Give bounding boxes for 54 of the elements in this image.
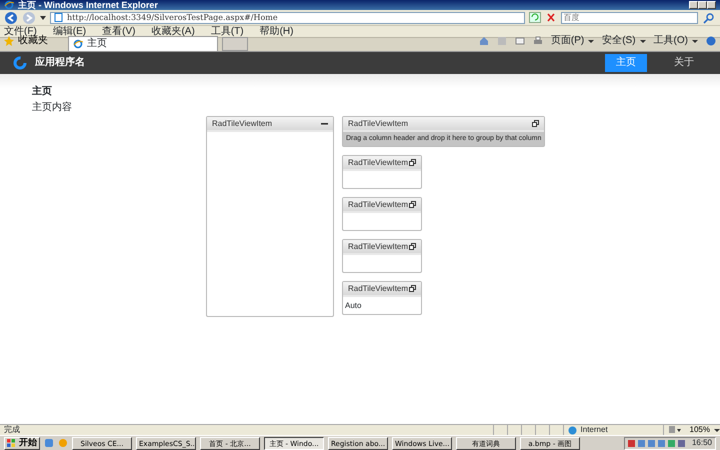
browser-tab[interactable]: 主页 — [68, 36, 218, 51]
restore-icon[interactable] — [532, 120, 540, 127]
address-field[interactable]: http://localhost:3349/SilverosTestPage.aspx#/Home — [50, 12, 525, 24]
page-text: 主页内容 — [32, 102, 73, 114]
tile-title: RadTileViewItem — [212, 118, 272, 130]
tile-title: RadTileViewItem — [348, 157, 408, 170]
menu-item[interactable]: 编辑(E) — [52, 26, 86, 37]
tile-content: Auto — [344, 300, 362, 312]
clock-text: 16:50 — [692, 438, 712, 448]
window-title: 主页 - Windows Internet Explorer — [18, 0, 158, 10]
menu-item[interactable]: 查看(V) — [102, 26, 136, 37]
restore-icon[interactable] — [409, 285, 416, 292]
app-name: 应用程序名 — [35, 57, 85, 69]
dropdown-icon[interactable] — [40, 14, 46, 20]
back-icon[interactable] — [4, 10, 18, 24]
restore-icon[interactable] — [409, 243, 416, 250]
tray-icons-drawing — [628, 438, 688, 448]
tile-title: RadTileViewItem — [348, 283, 408, 296]
caret-icon[interactable] — [640, 40, 646, 42]
address-text: http://localhost:3349/SilverosTestPage.aspx#/Home — [67, 12, 278, 22]
caret-icon[interactable] — [588, 40, 594, 42]
command-menu[interactable]: 安全(S) — [602, 35, 636, 47]
close-button[interactable] — [707, 1, 716, 9]
maximize-button[interactable] — [698, 1, 707, 9]
zone-text: Internet — [580, 425, 608, 435]
minimize-button[interactable] — [689, 1, 698, 9]
app-logo-icon — [13, 56, 27, 70]
star-icon — [4, 36, 14, 46]
stop-icon[interactable] — [544, 12, 557, 23]
minimize-icon[interactable] — [321, 120, 328, 127]
page-icon — [54, 13, 63, 22]
windows-logo-icon — [7, 439, 15, 447]
restore-icon[interactable] — [409, 201, 416, 208]
menu-item[interactable]: 帮助(H) — [260, 26, 294, 37]
restore-icon[interactable] — [409, 159, 416, 166]
refresh-icon[interactable] — [528, 12, 541, 23]
command-menu[interactable]: 工具(O) — [654, 35, 688, 47]
menu-item[interactable]: 收藏夹(A) — [151, 26, 195, 37]
start-button[interactable]: 开始 — [4, 436, 40, 450]
tile-title: RadTileViewItem — [348, 241, 408, 254]
zoom-button[interactable]: 105% — [686, 425, 714, 435]
page-heading: 主页 — [32, 86, 53, 98]
search-field[interactable]: 百度 — [560, 12, 698, 24]
print-icon[interactable] — [532, 36, 543, 46]
caret-icon[interactable] — [692, 40, 698, 42]
menu-item[interactable]: 工具(T) — [210, 26, 244, 37]
nav-link[interactable]: 关于 — [663, 54, 705, 72]
tile-title: RadTileViewItem — [348, 118, 408, 130]
command-menu[interactable]: 页面(P) — [550, 35, 584, 47]
status-text: 完成 — [3, 425, 21, 435]
tile-title: RadTileViewItem — [348, 199, 408, 212]
favorites-button[interactable]: 收藏夹 — [4, 35, 48, 47]
search-icon[interactable] — [702, 12, 716, 24]
caret-icon[interactable] — [714, 428, 720, 432]
